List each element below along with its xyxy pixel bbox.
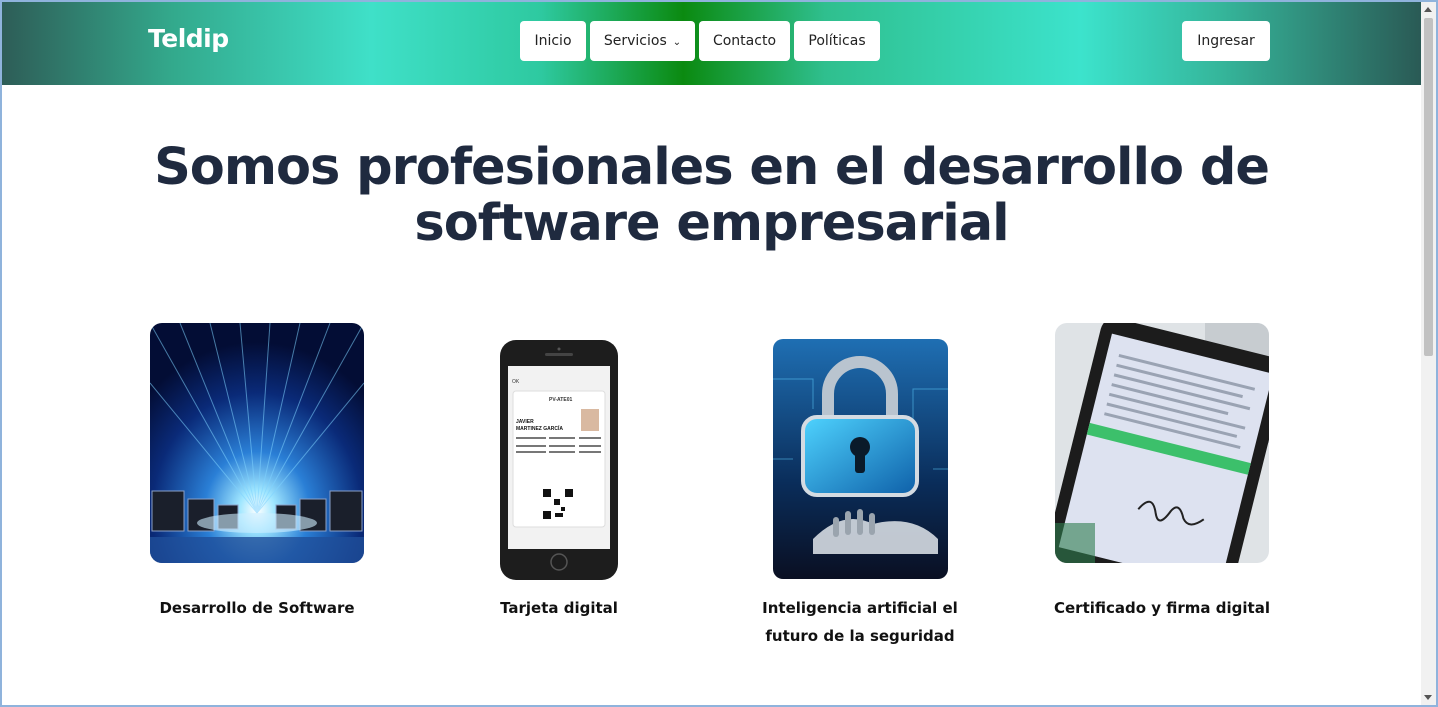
scroll-up-icon[interactable]	[1424, 7, 1432, 12]
hero-heading: Somos profesionales en el desarrollo de …	[2, 140, 1421, 252]
nav-contacto[interactable]: Contacto	[699, 21, 790, 61]
nav-servicios[interactable]: Servicios ⌄	[590, 21, 695, 61]
card-name-line-1: JAVIER	[516, 419, 534, 425]
card-title-ai-line-1: Inteligencia artificial el	[762, 599, 958, 617]
nav-inicio-label: Inicio	[534, 33, 572, 49]
card-title-software[interactable]: Desarrollo de Software	[132, 594, 382, 622]
card-header-right: PV-ATE01	[549, 397, 572, 403]
card-name-line-2: MARTINEZ GARCÍA	[516, 424, 563, 432]
chevron-down-icon: ⌄	[672, 36, 682, 48]
ai-security-lock-image[interactable]	[773, 339, 948, 579]
digital-card-phone-image[interactable]: OK PV-ATE01 JAVIER MARTINEZ GARCÍA	[499, 339, 619, 581]
nav-inicio[interactable]: Inicio	[520, 21, 586, 61]
nav-servicios-label: Servicios	[603, 33, 667, 49]
scroll-thumb[interactable]	[1424, 18, 1433, 356]
navbar: Teldip Inicio Servicios ⌄ Contacto Polít…	[2, 2, 1421, 85]
card-title-digital-card[interactable]: Tarjeta digital	[434, 594, 684, 622]
software-development-image[interactable]	[150, 323, 364, 563]
hero-line-2: software empresarial	[414, 194, 1009, 253]
brand-logo[interactable]: Teldip	[148, 24, 229, 53]
card-title-ai-security[interactable]: Inteligencia artificial el futuro de la …	[735, 594, 985, 650]
page: Teldip Inicio Servicios ⌄ Contacto Polít…	[2, 2, 1421, 705]
nav-politicas-label: Políticas	[808, 33, 866, 49]
hero-line-1: Somos profesionales en el desarrollo de	[154, 138, 1270, 197]
nav-contacto-label: Contacto	[712, 33, 777, 49]
card-title-digital-signature[interactable]: Certificado y firma digital	[1037, 594, 1287, 622]
login-button-label: Ingresar	[1197, 33, 1255, 49]
card-title-ai-line-2: futuro de la seguridad	[765, 627, 955, 645]
nav-politicas[interactable]: Políticas	[794, 21, 880, 61]
phone-back-label: OK	[512, 379, 520, 385]
vertical-scrollbar[interactable]	[1421, 2, 1436, 705]
login-button[interactable]: Ingresar	[1182, 21, 1270, 61]
scroll-down-icon[interactable]	[1424, 695, 1432, 700]
digital-signature-tablet-image[interactable]	[1055, 323, 1269, 563]
